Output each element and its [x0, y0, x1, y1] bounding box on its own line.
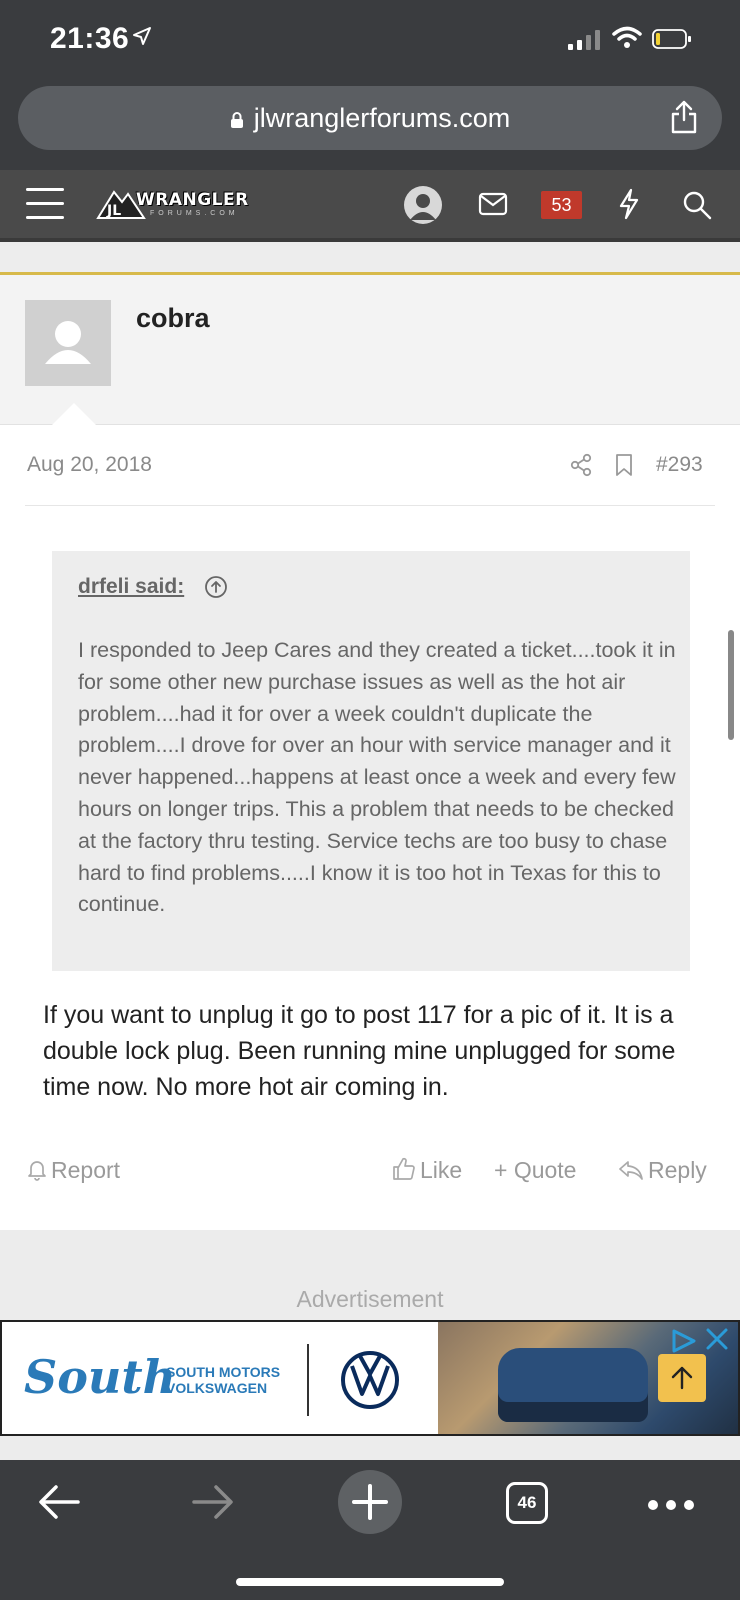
status-bar: 21:36 — [0, 0, 740, 80]
arrow-up-icon — [671, 1366, 693, 1390]
url-text[interactable]: jlwranglerforums.com — [18, 103, 722, 134]
post-number[interactable]: #293 — [656, 453, 703, 477]
back-arrow-icon[interactable] — [36, 1482, 82, 1522]
close-icon[interactable] — [704, 1326, 730, 1352]
advertisement-label: Advertisement — [296, 1286, 444, 1312]
whats-new-bolt-icon[interactable] — [618, 188, 640, 220]
quote-author[interactable]: drfeli said: — [78, 575, 184, 599]
forward-arrow-icon[interactable] — [190, 1482, 236, 1522]
new-tab-button[interactable] — [338, 1470, 402, 1534]
lock-icon — [230, 112, 243, 128]
scrollbar[interactable] — [728, 630, 734, 740]
post-body: Aug 20, 2018 #293 drfeli said: I respond… — [0, 425, 740, 1230]
ad-divider — [307, 1344, 309, 1416]
reply-label: Reply — [648, 1157, 707, 1183]
cellular-signal-icon — [568, 30, 600, 50]
post-date[interactable]: Aug 20, 2018 — [27, 453, 152, 477]
home-indicator[interactable] — [236, 1578, 504, 1586]
url-bar[interactable]: jlwranglerforums.com — [18, 86, 722, 150]
quote-block: drfeli said: I responded to Jeep Cares a… — [52, 551, 690, 971]
wifi-icon — [612, 26, 642, 48]
bookmark-icon[interactable] — [614, 453, 634, 477]
report-label: Report — [51, 1157, 121, 1183]
svg-text:JL: JL — [106, 203, 121, 219]
vw-logo-icon — [341, 1351, 399, 1409]
plus-icon — [352, 1484, 388, 1520]
url-label: jlwranglerforums.com — [253, 103, 511, 133]
post-message: If you want to unplug it go to post 117 … — [43, 1001, 676, 1101]
post-username[interactable]: cobra — [136, 303, 210, 334]
bell-icon — [28, 1161, 46, 1181]
location-arrow-icon — [133, 27, 151, 45]
reply-button[interactable]: Reply — [618, 1157, 707, 1184]
ad-banner[interactable]: South SOUTH MOTORS VOLKSWAGEN — [0, 1320, 740, 1436]
ad-car — [498, 1348, 648, 1422]
quote-text: I responded to Jeep Cares and they creat… — [78, 638, 676, 917]
ad-brand-sub: SOUTH MOTORS VOLKSWAGEN — [166, 1364, 281, 1396]
more-icon[interactable] — [646, 1498, 696, 1512]
quote-button[interactable]: + Quote — [494, 1157, 576, 1184]
browser-url-area: jlwranglerforums.com — [0, 80, 740, 170]
share-icon[interactable] — [670, 100, 698, 134]
search-icon[interactable] — [682, 190, 712, 220]
site-logo[interactable]: JL WRANGLER FORUMS.COM — [96, 184, 266, 224]
report-button[interactable]: Report — [27, 1157, 120, 1184]
default-avatar-icon — [45, 321, 91, 364]
status-time: 21:36 — [50, 22, 130, 55]
thumbs-up-icon — [393, 1157, 415, 1180]
forum-header: JL WRANGLER FORUMS.COM 53 — [0, 170, 740, 242]
alerts-badge[interactable]: 53 — [541, 191, 582, 219]
logo-subtext: FORUMS.COM — [150, 210, 239, 217]
logo-text: WRANGLER — [136, 190, 249, 210]
scroll-up-button[interactable] — [658, 1354, 706, 1402]
post-avatar[interactable] — [25, 300, 111, 386]
jump-to-quote-icon[interactable] — [204, 575, 228, 599]
tabs-button[interactable]: 46 — [506, 1482, 548, 1524]
ad-brand: South — [24, 1350, 177, 1404]
reply-icon — [619, 1161, 643, 1180]
user-block-caret — [52, 403, 96, 425]
user-avatar-icon[interactable] — [404, 186, 442, 224]
browser-toolbar: 46 — [0, 1460, 740, 1600]
like-label: Like — [420, 1157, 463, 1183]
like-button[interactable]: Like — [392, 1157, 462, 1184]
share-post-icon[interactable] — [570, 453, 592, 477]
battery-icon — [652, 29, 691, 49]
inbox-icon[interactable] — [478, 192, 508, 216]
post-divider — [25, 505, 715, 506]
post-user-block: cobra — [0, 275, 740, 425]
header-gap — [0, 246, 740, 272]
adchoices-icon[interactable] — [670, 1328, 698, 1354]
menu-icon[interactable] — [26, 188, 64, 220]
